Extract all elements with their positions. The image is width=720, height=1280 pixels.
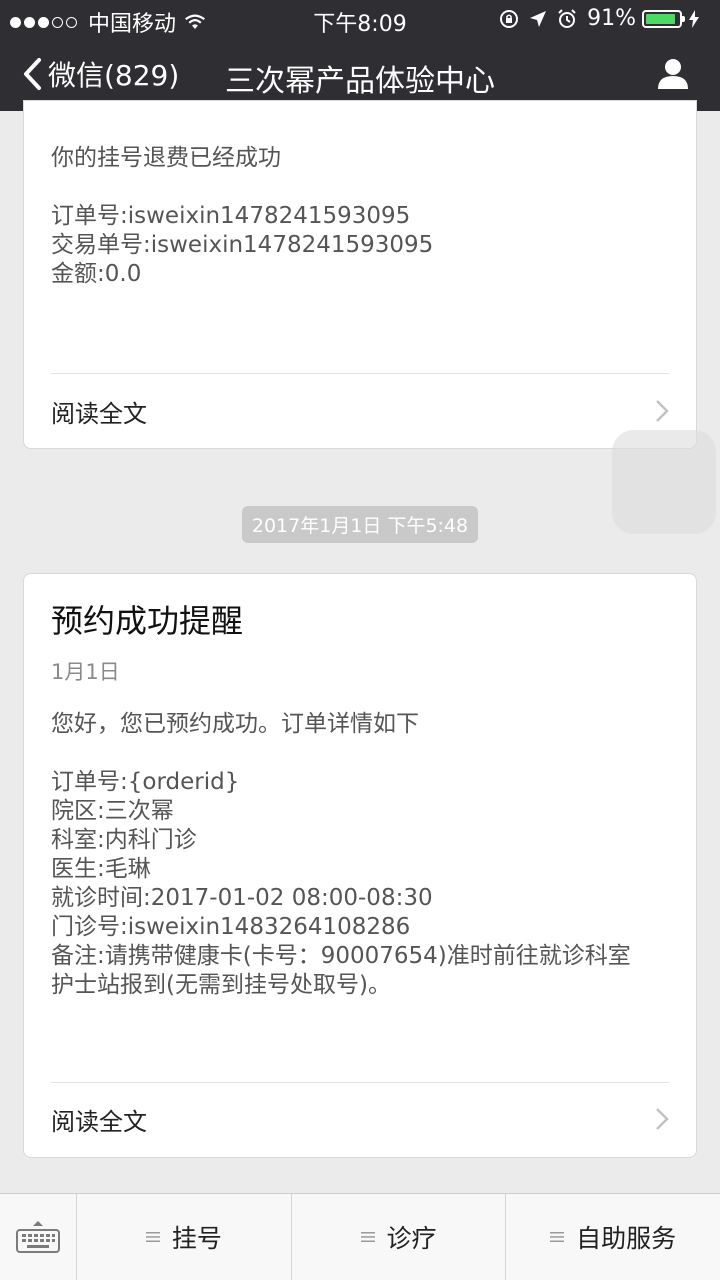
- menu-item-treatment[interactable]: 诊疗: [292, 1194, 507, 1280]
- message-date: 1月1日: [51, 660, 120, 684]
- message-line: 院区:三次幂: [51, 798, 174, 824]
- chevron-right-icon: [656, 1108, 669, 1130]
- battery-icon: [642, 9, 685, 28]
- menu-lines-icon: [145, 1232, 160, 1242]
- alarm-icon: [558, 8, 576, 28]
- message-body: 你的挂号退费已经成功 订单号:isweixin1478241593095 交易单…: [51, 144, 669, 289]
- message-card[interactable]: 你的挂号退费已经成功 订单号:isweixin1478241593095 交易单…: [23, 100, 697, 449]
- page-title: 三次幂产品体验中心: [225, 64, 495, 99]
- location-icon: [530, 10, 547, 27]
- charging-icon: [689, 9, 699, 28]
- message-timestamp: 2017年1月1日 下午5:48: [241, 506, 479, 543]
- message-intro: 你的挂号退费已经成功: [51, 145, 281, 171]
- status-right: 91%: [499, 6, 710, 31]
- menu-item-label: 自助服务: [576, 1224, 677, 1253]
- timestamp-row: 2017年1月1日 下午5:48: [0, 506, 720, 543]
- message-line: 科室:内科门诊: [51, 827, 197, 853]
- message-title: 预约成功提醒: [51, 602, 244, 640]
- chevron-right-icon: [656, 400, 669, 422]
- menu-item-register[interactable]: 挂号: [77, 1194, 292, 1280]
- divider: [51, 1082, 669, 1083]
- screen: 中国移动 下午8:09 91% 微信(829) 三次幂产品体验中心 你的挂号退费…: [0, 0, 720, 1280]
- keyboard-icon: [16, 1221, 60, 1253]
- message-line: 备注:请携带健康卡(卡号：90007654)准时前往就诊科室: [51, 943, 631, 969]
- read-more-label: 阅读全文: [51, 1107, 147, 1136]
- message-card[interactable]: 预约成功提醒 1月1日 您好，您已预约成功。订单详情如下 订单号:{orderi…: [23, 573, 697, 1158]
- status-bar: 中国移动 下午8:09 91%: [0, 0, 720, 37]
- battery-level: [646, 13, 676, 24]
- message-line: 金额:0.0: [51, 261, 142, 287]
- message-line: 就诊时间:2017-01-02 08:00-08:30: [51, 885, 433, 911]
- divider: [51, 373, 669, 374]
- message-line: 门诊号:isweixin1483264108286: [51, 914, 411, 940]
- message-line: 护士站报到(无需到挂号处取号)。: [51, 972, 391, 998]
- message-line: 医生:毛琳: [51, 856, 151, 882]
- menu-item-self-service[interactable]: 自助服务: [506, 1194, 720, 1280]
- read-more-label: 阅读全文: [51, 399, 147, 428]
- keyboard-toggle-button[interactable]: [0, 1194, 77, 1280]
- message-line: 订单号:{orderid}: [51, 769, 240, 795]
- message-line: 订单号:isweixin1478241593095: [51, 203, 411, 229]
- menu-lines-icon: [550, 1232, 565, 1242]
- battery-percent: 91%: [587, 6, 636, 31]
- orientation-lock-icon: [500, 9, 519, 28]
- menu-lines-icon: [360, 1232, 375, 1242]
- bottom-menu: 挂号 诊疗 自助服务: [0, 1193, 720, 1280]
- menu-item-label: 挂号: [171, 1224, 222, 1253]
- read-more-link[interactable]: 阅读全文: [51, 1089, 669, 1149]
- read-more-link[interactable]: 阅读全文: [51, 381, 669, 441]
- message-intro: 您好，您已预约成功。订单详情如下: [51, 711, 419, 737]
- person-icon[interactable]: [656, 56, 690, 90]
- message-line: 交易单号:isweixin1478241593095: [51, 232, 434, 258]
- message-body: 预约成功提醒 1月1日 您好，您已预约成功。订单详情如下 订单号:{orderi…: [51, 596, 669, 1000]
- menu-item-label: 诊疗: [386, 1224, 437, 1253]
